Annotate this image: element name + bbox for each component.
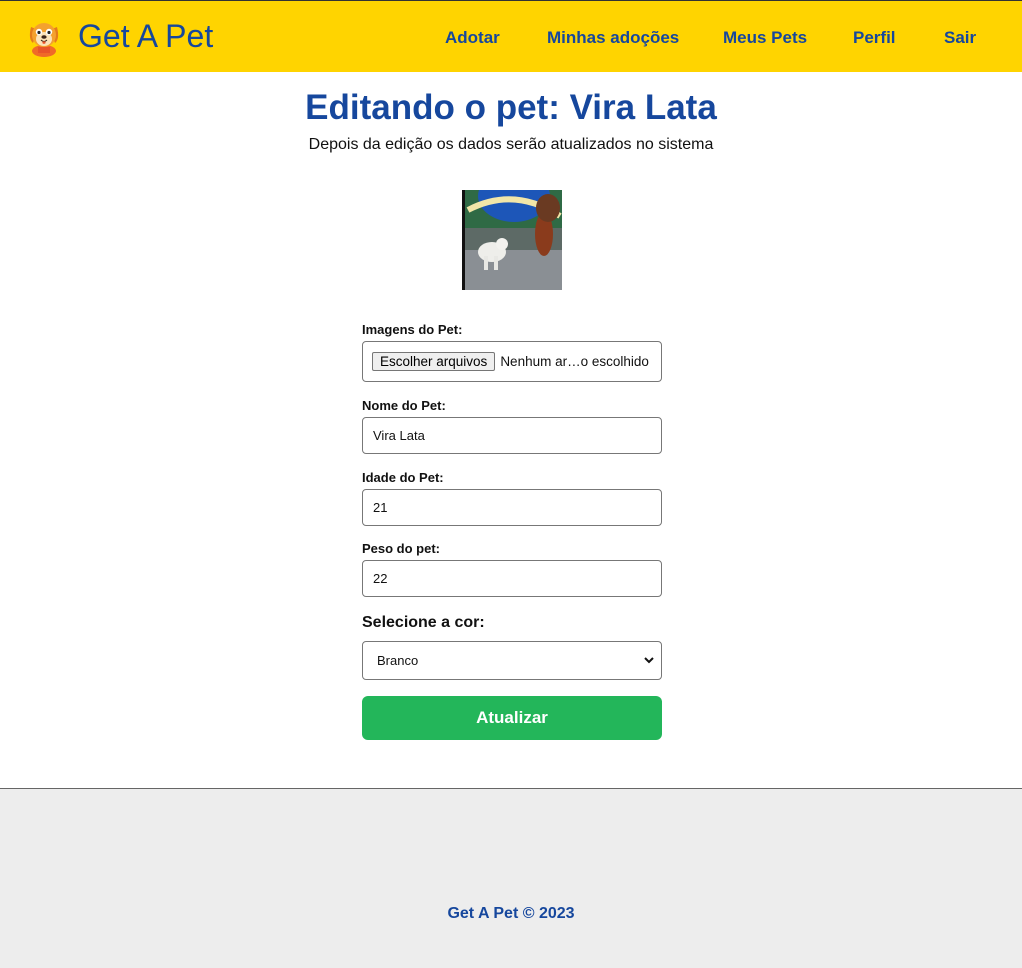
name-label: Nome do Pet:	[362, 398, 446, 413]
nav-link-minhas-adocoes[interactable]: Minhas adoções	[547, 28, 679, 48]
color-label: Selecione a cor:	[362, 614, 485, 631]
images-label: Imagens do Pet:	[362, 322, 463, 337]
nav-link-perfil[interactable]: Perfil	[853, 28, 896, 48]
nav-link-adotar[interactable]: Adotar	[445, 28, 500, 48]
footer: Get A Pet © 2023	[0, 788, 1022, 968]
nav-link-sair[interactable]: Sair	[944, 28, 976, 48]
footer-copyright: Get A Pet © 2023	[447, 905, 575, 922]
pet-images-file-input[interactable]: Escolher arquivos Nenhum ar…o escolhido	[362, 341, 662, 382]
file-status-text: Nenhum ar…o escolhido	[500, 354, 649, 369]
pet-photo-image	[462, 190, 562, 290]
page-subtitle: Depois da edição os dados serão atualiza…	[308, 136, 714, 153]
chevron-down-icon	[644, 657, 654, 664]
pet-image	[462, 190, 562, 290]
choose-files-button[interactable]: Escolher arquivos	[372, 352, 496, 371]
age-label: Idade do Pet:	[362, 470, 444, 485]
pet-weight-input[interactable]: 22	[362, 560, 662, 597]
page-title: Editando o pet: Vira Lata	[305, 88, 717, 127]
pet-color-select[interactable]: Branco	[362, 641, 662, 680]
weight-label: Peso do pet:	[362, 541, 441, 556]
nav-links: Adotar Minhas adoções Meus Pets Perfil S…	[0, 1, 1022, 73]
nav-link-meus-pets[interactable]: Meus Pets	[723, 28, 807, 48]
selected-color-value: Branco	[377, 653, 419, 668]
navbar: Get A Pet Adotar Minhas adoções Meus Pet…	[0, 0, 1022, 72]
update-button[interactable]: Atualizar	[362, 696, 662, 740]
pet-age-input[interactable]: 21	[362, 489, 662, 526]
pet-name-input[interactable]: Vira Lata	[362, 417, 662, 454]
